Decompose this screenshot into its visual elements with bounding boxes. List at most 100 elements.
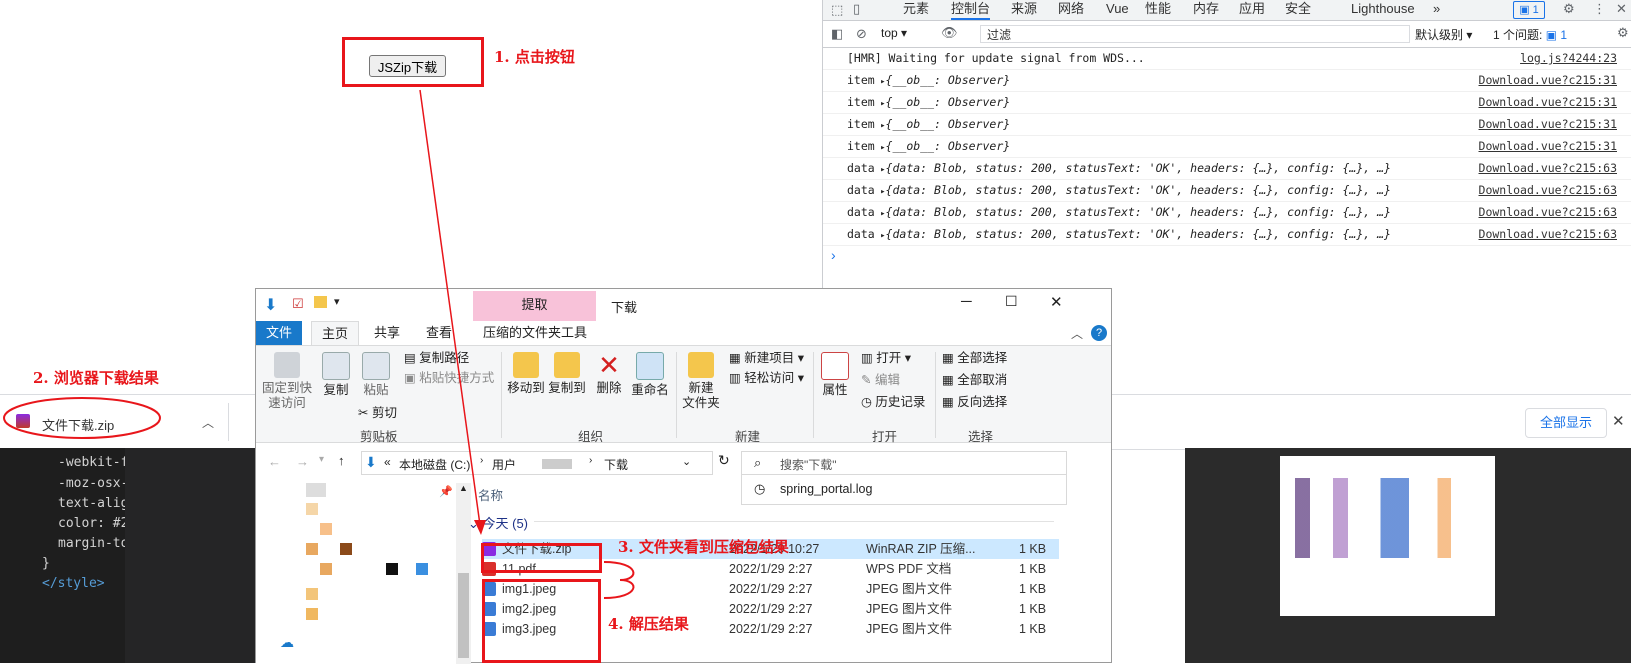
console-log-source-link[interactable]: log.js?4244:23 [1520,48,1617,69]
tab-home[interactable]: 主页 [311,321,360,346]
issues-button[interactable]: 1 个问题: ▣ 1 [1493,26,1567,43]
expand-arrow-icon[interactable]: ▸ [875,99,885,109]
console-filter-input[interactable]: 过滤 [980,25,1410,43]
console-log-source-link[interactable]: Download.vue?c215:31 [1479,136,1617,157]
select-none-button[interactable]: ▦ 全部取消 [942,372,1007,388]
edit-button[interactable]: ✎ 编辑 [861,372,900,388]
console-log-message[interactable]: [HMR] Waiting for update signal from WDS… [847,48,1145,69]
scroll-up-icon[interactable]: ▲ [459,483,468,493]
back-icon[interactable]: ← [268,454,281,469]
settings-icon[interactable]: ⚙ [1563,1,1575,17]
maximize-icon[interactable]: ☐ [1005,293,1018,310]
help-icon[interactable]: ? [1091,325,1107,341]
tab-memory[interactable]: 内存 [1193,0,1219,20]
console-log-message[interactable]: item ▸{__ob__: Observer} [847,92,1010,115]
cut-button[interactable]: ✂ 剪切 [358,405,397,421]
address-drive[interactable]: 本地磁盘 (C:) [399,456,470,473]
expand-arrow-icon[interactable]: ▸ [875,143,885,153]
close-downloads-icon[interactable]: ✕ [1612,412,1625,430]
forward-icon[interactable]: → [296,454,309,469]
tab-elements[interactable]: 元素 [903,0,929,20]
expand-arrow-icon[interactable]: ▸ [875,121,885,131]
expand-arrow-icon[interactable]: ▸ [875,165,885,175]
invert-selection-button[interactable]: ▦ 反向选择 [942,394,1007,410]
tab-network[interactable]: 网络 [1058,0,1084,20]
history-button[interactable]: ◷ 历史记录 [861,394,925,410]
tab-sources[interactable]: 来源 [1011,0,1037,20]
context-tab-extract[interactable]: 提取 [473,291,596,321]
sidebar-toggle-icon[interactable]: ◧ [831,26,843,42]
console-log-message[interactable]: item ▸{__ob__: Observer} [847,114,1010,137]
collapse-ribbon-icon[interactable]: ︿ [1071,325,1083,342]
close-icon[interactable]: ✕ [1616,1,1627,17]
expand-arrow-icon[interactable]: ▸ [875,231,885,241]
console-log-message[interactable]: data ▸{data: Blob, status: 200, statusTe… [847,202,1391,225]
minimize-icon[interactable]: ─ [961,293,972,310]
tab-application[interactable]: 应用 [1239,0,1265,20]
new-item-button[interactable]: ▦ 新建项目 ▾ [729,350,804,366]
search-input[interactable]: 搜索"下载" [780,456,837,473]
pin-button[interactable]: 固定到快 速访问 [262,352,312,411]
delete-button[interactable]: ✕ 删除 [594,352,624,396]
tab-security[interactable]: 安全 [1285,0,1311,20]
console-log-message[interactable]: data ▸{data: Blob, status: 200, statusTe… [847,180,1391,203]
tab-compressed-tools[interactable]: 压缩的文件夹工具 [473,321,597,345]
customize-toolbar-icon[interactable]: ▾ [334,295,340,308]
up-icon[interactable]: ↑ [338,453,345,468]
open-button[interactable]: ▥ 打开 ▾ [861,350,911,366]
expand-arrow-icon[interactable]: ▸ [875,77,885,87]
context-select[interactable]: top ▾ [881,26,907,40]
clear-console-icon[interactable]: ⊘ [856,26,867,42]
console-log-message[interactable]: data ▸{data: Blob, status: 200, statusTe… [847,158,1391,181]
console-prompt[interactable]: › [831,247,836,263]
console-log-message[interactable]: item ▸{__ob__: Observer} [847,136,1010,159]
console-log-source-link[interactable]: Download.vue?c215:31 [1479,92,1617,113]
jszip-download-button[interactable]: JSZip下载 [369,55,446,77]
copy-button[interactable]: 复制 [318,352,354,398]
inspect-icon[interactable]: ⬚ [831,2,843,18]
select-all-button[interactable]: ▦ 全部选择 [942,350,1007,366]
expand-arrow-icon[interactable]: ▸ [875,187,885,197]
console-log-source-link[interactable]: Download.vue?c215:31 [1479,114,1617,135]
tab-view[interactable]: 查看 [416,321,462,345]
console-log-message[interactable]: data ▸{data: Blob, status: 200, statusTe… [847,224,1391,247]
paste-shortcut-button[interactable]: ▣ 粘贴快捷方式 [404,370,494,386]
tab-console[interactable]: 控制台 [951,0,991,20]
address-bar[interactable]: ⬇ « 本地磁盘 (C:) › 用户 › 下载 ⌄ [361,451,713,475]
new-folder-button[interactable]: 新建 文件夹 [679,352,723,411]
address-dropdown-icon[interactable]: ⌄ [682,455,691,468]
properties-button[interactable]: 属性 [818,352,852,398]
tab-vue[interactable]: Vue [1106,0,1129,20]
console-log-source-link[interactable]: Download.vue?c215:63 [1479,158,1617,179]
tab-share[interactable]: 共享 [364,321,410,345]
chevron-up-icon[interactable]: ︿ [202,414,214,431]
scroll-thumb[interactable] [458,573,469,658]
log-levels-select[interactable]: 默认级别 ▾ [1415,26,1472,43]
console-log-source-link[interactable]: Download.vue?c215:63 [1479,224,1617,245]
address-folder[interactable]: 下载 [604,456,628,473]
console-log-source-link[interactable]: Download.vue?c215:63 [1479,180,1617,201]
refresh-icon[interactable]: ↻ [718,452,730,469]
rename-button[interactable]: 重命名 [630,352,670,398]
address-users[interactable]: 用户 [492,456,516,473]
column-header-name[interactable]: 名称 [478,485,503,504]
paste-button[interactable]: 粘贴 [358,352,394,398]
console-log-message[interactable]: item ▸{__ob__: Observer} [847,70,1010,93]
eye-icon[interactable]: 👁 [941,25,958,41]
move-to-button[interactable]: 移动到 [506,352,546,396]
tab-performance[interactable]: 性能 [1145,0,1171,20]
search-box[interactable]: ⌕ 搜索"下载" [741,451,1067,475]
console-log-source-link[interactable]: Download.vue?c215:63 [1479,202,1617,223]
menu-icon[interactable]: ⋮ [1593,1,1606,17]
copy-path-button[interactable]: ▤ 复制路径 [404,350,469,366]
device-toolbar-icon[interactable]: ▯ [853,1,860,17]
properties-icon[interactable]: ☑ [292,296,304,312]
recent-locations-icon[interactable]: ▾ [319,454,324,465]
easy-access-button[interactable]: ▥ 轻松访问 ▾ [729,370,804,386]
tab-file[interactable]: 文件 [256,321,303,345]
console-settings-icon[interactable]: ⚙ [1617,25,1629,41]
expand-arrow-icon[interactable]: ▸ [875,209,885,219]
copy-to-button[interactable]: 复制到 [547,352,587,396]
show-all-button[interactable]: 全部显示 [1525,408,1607,438]
tab-lighthouse[interactable]: Lighthouse [1351,0,1415,20]
